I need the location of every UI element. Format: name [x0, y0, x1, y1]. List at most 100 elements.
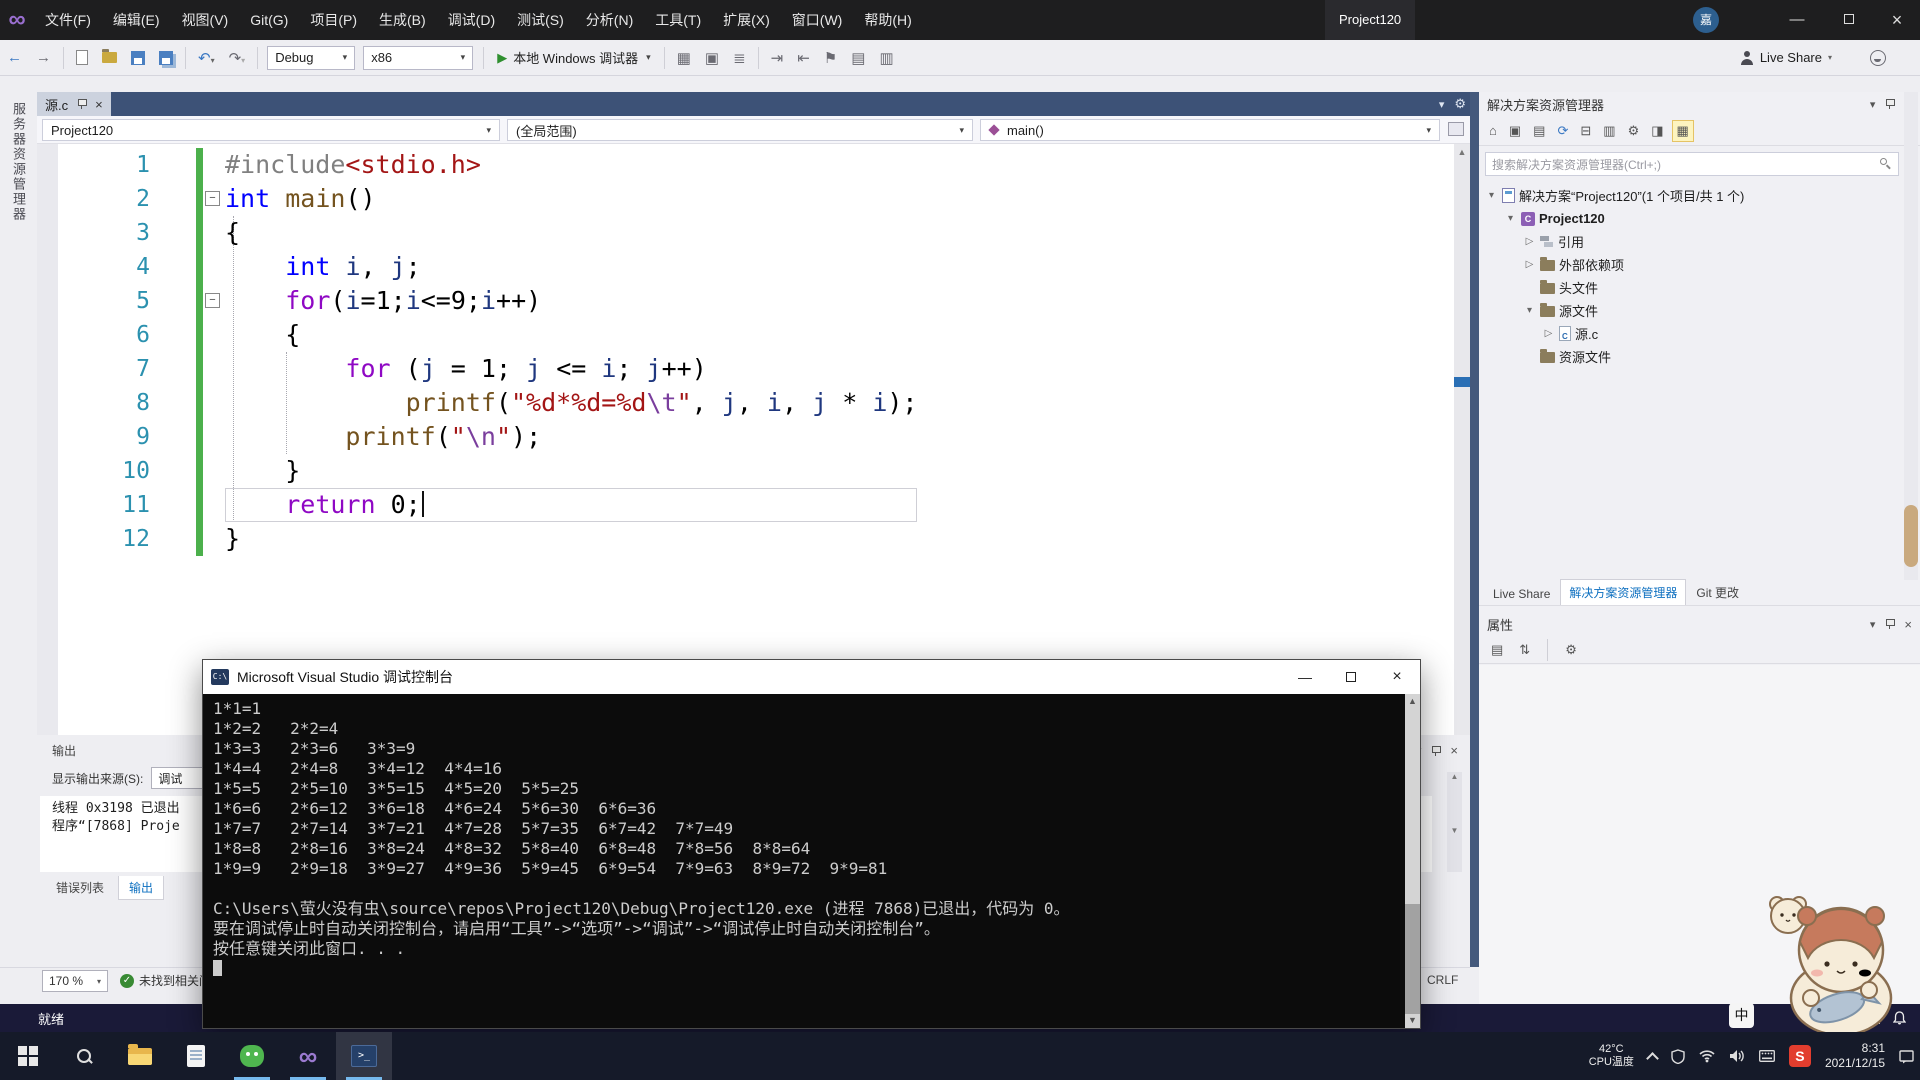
new-file-icon[interactable]	[76, 50, 88, 65]
se-workspaces-icon[interactable]: ▣	[1505, 121, 1525, 141]
pin-icon[interactable]	[76, 98, 87, 110]
account-avatar[interactable]: 嘉	[1693, 7, 1719, 33]
menu-调试(D)[interactable]: 调试(D)	[437, 0, 506, 40]
redo-icon[interactable]: ↷▾	[222, 49, 253, 67]
tree-item-引用[interactable]: ▷引用	[1479, 230, 1904, 253]
debug-console-window[interactable]: C:\ Microsoft Visual Studio 调试控制台 — × 1*…	[202, 659, 1421, 1029]
menu-分析(N)[interactable]: 分析(N)	[575, 0, 644, 40]
file-explorer-button[interactable]	[112, 1032, 168, 1080]
se-scrollbar-thumb[interactable]	[1904, 505, 1918, 567]
code-line-8[interactable]: printf("%d*%d=%d\t", j, i, j * i);	[225, 386, 917, 420]
open-file-icon[interactable]	[102, 52, 117, 63]
word-wrap-icon[interactable]	[1448, 122, 1464, 136]
zoom-dropdown[interactable]: 170 %▾	[42, 970, 108, 992]
code-line-12[interactable]: }	[225, 522, 917, 556]
save-all-icon[interactable]	[159, 51, 173, 65]
wechat-button[interactable]	[224, 1032, 280, 1080]
active-files-dropdown-icon[interactable]: ▾	[1439, 98, 1445, 111]
chevron-down-icon[interactable]: ▾	[1523, 305, 1536, 316]
se-properties-icon[interactable]: ⚙	[1624, 121, 1644, 141]
panel-tab-Live Share[interactable]: Live Share	[1485, 583, 1558, 605]
volume-icon[interactable]	[1729, 1049, 1745, 1063]
code-line-9[interactable]: printf("\n");	[225, 420, 917, 454]
outdent-icon[interactable]: ⇤	[790, 49, 817, 67]
tree-item-源文件[interactable]: ▾源文件	[1479, 299, 1904, 322]
se-refresh-icon[interactable]: ⟳	[1553, 121, 1572, 141]
taskbar-search-button[interactable]	[56, 1032, 112, 1080]
indent-icon[interactable]: ⇥	[764, 49, 791, 67]
output-close-icon[interactable]: ×	[1450, 743, 1458, 758]
alphabetical-icon[interactable]: ⇅	[1515, 640, 1534, 660]
se-view-code-icon[interactable]: ◨	[1647, 121, 1667, 141]
se-pin-icon[interactable]	[1884, 98, 1895, 110]
start-button[interactable]	[0, 1032, 56, 1080]
maximize-button[interactable]	[1826, 0, 1872, 40]
console-taskbar-button[interactable]: >_	[336, 1032, 392, 1080]
console-title-bar[interactable]: C:\ Microsoft Visual Studio 调试控制台	[203, 660, 1420, 694]
undo-icon[interactable]: ↶▾	[191, 49, 222, 67]
document-tab[interactable]: 源.c ×	[37, 92, 111, 116]
taskbar-clock[interactable]: 8:31 2021/12/15	[1825, 1041, 1885, 1071]
chevron-right-icon[interactable]: ▷	[1523, 259, 1536, 270]
menu-扩展(X)[interactable]: 扩展(X)	[712, 0, 781, 40]
fold-marker[interactable]: −	[205, 293, 220, 308]
line-ending-indicator[interactable]: CRLF	[1427, 973, 1458, 987]
tab-close-icon[interactable]: ×	[95, 97, 103, 112]
touch-keyboard-icon[interactable]	[1759, 1050, 1775, 1062]
chevron-right-icon[interactable]: ▷	[1523, 236, 1536, 247]
align-icon[interactable]: ≣	[726, 49, 753, 67]
output-tab-错误列表[interactable]: 错误列表	[46, 876, 114, 900]
server-explorer-vertical-tab[interactable]: 服务器资源管理器	[9, 102, 28, 222]
uncomment-icon[interactable]: ▥	[872, 49, 900, 67]
save-icon[interactable]	[131, 51, 145, 65]
panel-tab-解决方案资源管理器[interactable]: 解决方案资源管理器	[1560, 579, 1686, 605]
menu-编辑(E)[interactable]: 编辑(E)	[102, 0, 171, 40]
props-pin-icon[interactable]	[1884, 618, 1895, 630]
action-center-icon[interactable]	[1899, 1049, 1914, 1064]
se-options-icon[interactable]: ▾	[1870, 98, 1876, 111]
se-back-icon[interactable]: ⌂	[1485, 121, 1501, 140]
menu-生成(B)[interactable]: 生成(B)	[368, 0, 437, 40]
console-scrollbar-thumb[interactable]	[1405, 904, 1420, 1014]
console-close-button[interactable]: ×	[1374, 660, 1420, 694]
panel-splitter[interactable]	[1470, 92, 1479, 967]
security-shield-icon[interactable]	[1671, 1049, 1685, 1064]
live-share-button[interactable]: Live Share ▾	[1740, 50, 1832, 65]
show-hidden-icons-chevron[interactable]	[1646, 1052, 1659, 1065]
code-line-1[interactable]: #include<stdio.h>	[225, 148, 917, 182]
minimize-button[interactable]: —	[1774, 0, 1820, 40]
output-tab-输出[interactable]: 输出	[118, 876, 164, 900]
tree-item-头文件[interactable]: 头文件	[1479, 276, 1904, 299]
solution-config-dropdown[interactable]: Debug▾	[267, 46, 355, 70]
console-maximize-button[interactable]	[1328, 660, 1374, 694]
bookmark-icon[interactable]: ⚑	[817, 49, 844, 67]
props-close-icon[interactable]: ×	[1904, 617, 1912, 632]
code-line-5[interactable]: for(i=1;i<=9;i++)	[225, 284, 917, 318]
tree-item-源.c[interactable]: ▷源.c	[1479, 322, 1904, 345]
code-line-3[interactable]: {	[225, 216, 917, 250]
menu-测试(S)[interactable]: 测试(S)	[506, 0, 575, 40]
menu-文件(F)[interactable]: 文件(F)	[34, 0, 102, 40]
se-preview-icon[interactable]: ▦	[1672, 120, 1694, 142]
code-line-2[interactable]: int main()	[225, 182, 917, 216]
editor-scrollbar[interactable]: ▲	[1454, 144, 1470, 735]
fold-marker[interactable]: −	[205, 191, 220, 206]
network-wifi-icon[interactable]	[1699, 1049, 1715, 1063]
se-pending-icon[interactable]: ▤	[1529, 121, 1549, 141]
console-scroll-up-icon[interactable]: ▲	[1405, 694, 1420, 709]
tree-item-外部依赖项[interactable]: ▷外部依赖项	[1479, 253, 1904, 276]
categorized-icon[interactable]: ▤	[1487, 640, 1507, 660]
breakpoint-margin[interactable]	[37, 144, 58, 735]
code-line-11[interactable]: return 0;	[225, 488, 917, 522]
close-button[interactable]: ×	[1874, 0, 1920, 40]
chevron-right-icon[interactable]: ▷	[1542, 328, 1555, 339]
panel-tab-Git 更改[interactable]: Git 更改	[1688, 580, 1747, 605]
ime-indicator[interactable]: 中	[1729, 1003, 1754, 1028]
menu-Git(G)[interactable]: Git(G)	[239, 0, 299, 40]
tree-item-解决方案“Project120”(1 个项目/共 1 个)[interactable]: ▾解决方案“Project120”(1 个项目/共 1 个)	[1479, 184, 1904, 207]
output-pin-icon[interactable]	[1430, 745, 1441, 757]
tree-item-Project120[interactable]: ▾CProject120	[1479, 207, 1904, 230]
function-dropdown[interactable]: main()▾	[980, 119, 1440, 141]
menu-项目(P)[interactable]: 项目(P)	[299, 0, 368, 40]
menu-工具(T)[interactable]: 工具(T)	[644, 0, 712, 40]
